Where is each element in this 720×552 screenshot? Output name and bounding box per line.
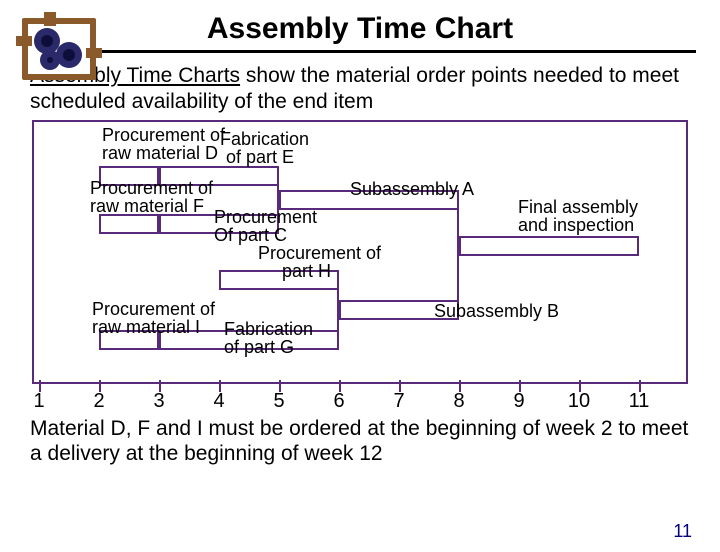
tick-label: 4 bbox=[213, 390, 224, 413]
intro-text: Assembly Time Charts show the material o… bbox=[30, 63, 690, 116]
gears-icon bbox=[22, 18, 96, 80]
bar-final bbox=[459, 236, 639, 256]
x-axis: 1 2 3 4 5 6 7 8 9 10 11 bbox=[32, 390, 688, 412]
tick-label: 7 bbox=[393, 390, 404, 413]
lbl-fab-e: Fabricationof part E bbox=[220, 130, 309, 168]
tick-label: 8 bbox=[453, 390, 464, 413]
lbl-proc-i: Procurement ofraw material I bbox=[92, 300, 215, 338]
lbl-sub-a: Subassembly A bbox=[350, 180, 474, 199]
tick-label: 3 bbox=[153, 390, 164, 413]
lbl-proc-c: ProcurementOf part C bbox=[214, 208, 317, 246]
tick-label: 10 bbox=[568, 390, 590, 413]
tick-label: 11 bbox=[629, 390, 650, 413]
title-rule bbox=[24, 50, 696, 53]
page-number: 11 bbox=[673, 521, 692, 542]
tick-label: 5 bbox=[273, 390, 284, 413]
conclusion-text: Material D, F and I must be ordered at t… bbox=[30, 416, 690, 466]
lbl-fab-g: Fabricationof part G bbox=[224, 320, 313, 358]
lbl-proc-d: Procurement ofraw material D bbox=[102, 126, 225, 164]
bar-proc-f bbox=[99, 214, 159, 234]
page-title: Assembly Time Chart bbox=[0, 12, 720, 46]
lbl-proc-h: Procurement ofpart H bbox=[258, 244, 381, 282]
conn-h-g-to-b bbox=[337, 270, 339, 350]
lbl-proc-f: Procurement ofraw material F bbox=[90, 179, 213, 217]
tick-label: 6 bbox=[333, 390, 344, 413]
tick-label: 1 bbox=[33, 390, 44, 413]
lbl-final: Final assemblyand inspection bbox=[518, 198, 638, 236]
lbl-sub-b: Subassembly B bbox=[434, 302, 559, 321]
tick-label: 2 bbox=[93, 390, 104, 413]
conn-a-b-to-final bbox=[457, 190, 459, 320]
assembly-time-chart: Procurement ofraw material D Fabrication… bbox=[32, 120, 688, 384]
tick-label: 9 bbox=[513, 390, 524, 413]
